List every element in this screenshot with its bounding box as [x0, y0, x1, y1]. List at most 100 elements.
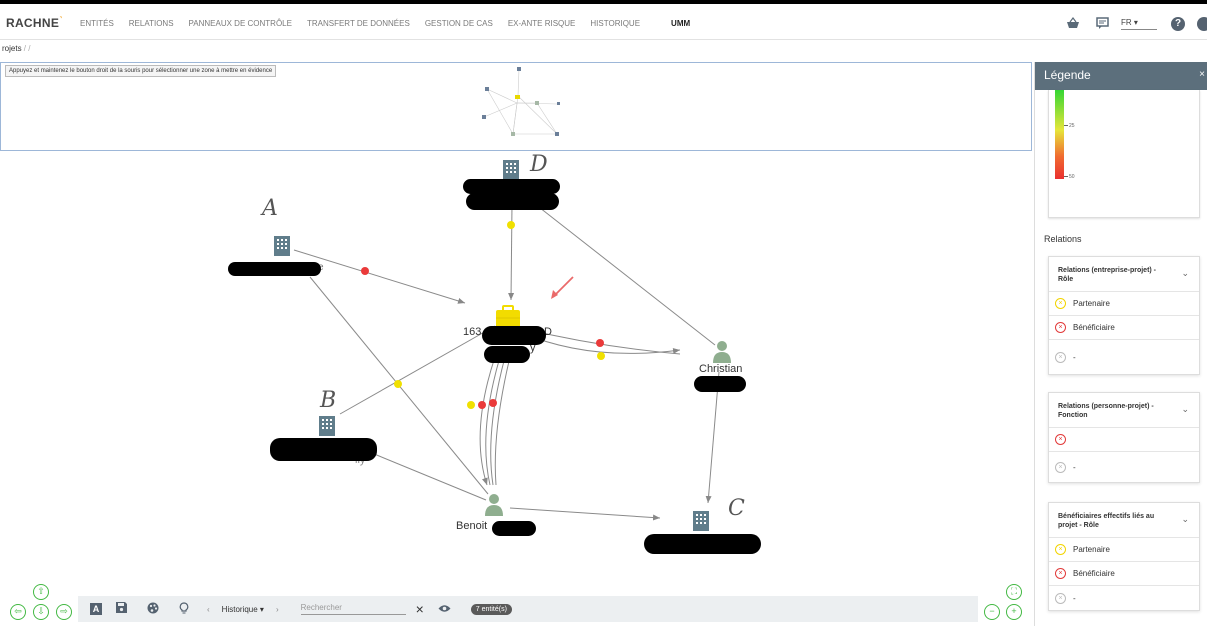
person-icon[interactable]: [485, 494, 503, 516]
history-prev-icon[interactable]: ‹: [207, 605, 210, 614]
palette-icon[interactable]: [147, 602, 159, 617]
edge-center-b: [339, 325, 496, 415]
building-icon[interactable]: [503, 160, 519, 180]
app-logo[interactable]: RACHNE˺: [6, 16, 63, 30]
header-actions: FR ▾ ?: [1050, 14, 1207, 34]
graph-toolbar: A ‹ Historique ▾ › Rechercher × 7 entité…: [78, 596, 978, 622]
lightbulb-icon[interactable]: [179, 601, 189, 617]
minimap-node: [515, 95, 520, 99]
role-dot-yellow[interactable]: [597, 352, 605, 360]
nav-panneaux[interactable]: PANNEAUX DE CONTRÔLE: [189, 19, 292, 28]
redaction: [484, 346, 530, 363]
role-dot-red[interactable]: [361, 267, 369, 275]
role-dot-yellow[interactable]: [394, 380, 402, 388]
graph-overview[interactable]: Appuyez et maintenez le bouton droit de …: [0, 62, 1032, 151]
node-label-center-prefix: 163: [463, 326, 482, 338]
scale-tick: 50: [1064, 174, 1075, 180]
breadcrumb: rojets / /: [2, 44, 31, 53]
minimap-node: [485, 87, 489, 91]
text-toggle-icon[interactable]: A: [90, 603, 102, 615]
zoom-out-icon[interactable]: −: [984, 604, 1000, 620]
scale-tick: 25: [1064, 123, 1075, 129]
chevron-down-icon[interactable]: ⌄: [1181, 269, 1189, 278]
clear-search-icon[interactable]: ×: [416, 601, 424, 617]
pan-down-icon[interactable]: ⇩: [33, 604, 49, 620]
help-icon[interactable]: ?: [1171, 17, 1185, 31]
nav-gestion-cas[interactable]: GESTION DE CAS: [425, 19, 493, 28]
legend-group-header[interactable]: Bénéficiaires effectifs liés au projet -…: [1049, 503, 1199, 538]
breadcrumb-root[interactable]: rojets: [2, 44, 22, 53]
pan-left-icon[interactable]: ⇦: [10, 604, 26, 620]
legend-header: Légende ×: [1035, 62, 1207, 90]
minimap-graph: [482, 67, 560, 136]
role-dot-red[interactable]: [478, 401, 486, 409]
user-icon[interactable]: [1197, 17, 1207, 31]
minimap-node: [511, 132, 515, 136]
node-label-benoit: Benoit: [456, 520, 488, 532]
redaction: [228, 262, 321, 276]
legend-item: × -: [1049, 586, 1199, 610]
role-dot-red[interactable]: [489, 399, 497, 407]
pan-up-icon[interactable]: ⇧: [33, 584, 49, 600]
chevron-down-icon[interactable]: ⌄: [1181, 405, 1189, 414]
role-yellow-icon: ×: [1055, 544, 1066, 555]
minimap-node: [482, 115, 486, 119]
close-icon[interactable]: ×: [1199, 69, 1205, 80]
nav-transfert[interactable]: TRANSFERT DE DONNÉES: [307, 19, 410, 28]
basket-icon[interactable]: [1066, 16, 1080, 32]
legend-item: × Partenaire: [1049, 292, 1199, 316]
redaction: [644, 534, 761, 554]
role-grey-icon: ×: [1055, 461, 1066, 473]
role-grey-icon: ×: [1055, 592, 1066, 604]
eye-icon[interactable]: [438, 602, 451, 616]
role-dot-yellow[interactable]: [507, 221, 515, 229]
history-select[interactable]: Historique ▾: [222, 605, 264, 614]
redaction: [482, 326, 546, 345]
redaction: [466, 193, 559, 210]
top-navigation-bar: RACHNE˺ ENTITÉS RELATIONS PANNEAUX DE CO…: [0, 0, 1207, 40]
relations-title: Relations: [1044, 234, 1082, 244]
nav-umm[interactable]: UMM: [671, 19, 690, 28]
color-gradient-bar: [1055, 90, 1064, 179]
person-icon[interactable]: [713, 341, 731, 363]
history-next-icon[interactable]: ›: [276, 605, 279, 614]
redaction: [463, 179, 560, 194]
redaction: [270, 438, 377, 461]
red-pointer-arrow: [551, 276, 574, 299]
annotation-a: A: [262, 196, 278, 221]
role-yellow-icon: ×: [1055, 298, 1066, 309]
building-icon[interactable]: [693, 511, 709, 531]
legend-group: Relations (entreprise-projet) - Rôle ⌄ ×…: [1048, 256, 1200, 375]
node-label-christian: Christian: [699, 363, 743, 375]
chevron-down-icon[interactable]: ⌄: [1181, 515, 1189, 524]
message-icon[interactable]: [1096, 16, 1109, 32]
nav-relations[interactable]: RELATIONS: [129, 19, 174, 28]
zoom-in-icon[interactable]: +: [1006, 604, 1022, 620]
search-input[interactable]: Rechercher: [300, 603, 406, 615]
legend-group: Bénéficiaires effectifs liés au projet -…: [1048, 502, 1200, 611]
main-nav: ENTITÉS RELATIONS PANNEAUX DE CONTRÔLE T…: [80, 19, 705, 28]
fit-view-icon[interactable]: ⛶: [1006, 584, 1022, 600]
minimap-node: [517, 67, 521, 71]
legend-item: × Bénéficiaire: [1049, 562, 1199, 586]
project-briefcase-icon[interactable]: [496, 305, 520, 328]
relation-graph[interactable]: A B C D s e 163 D y Christian Et lly Ben…: [0, 152, 1032, 626]
pan-right-icon[interactable]: ⇨: [56, 604, 72, 620]
save-icon[interactable]: [116, 602, 127, 616]
nav-historique[interactable]: HISTORIQUE: [590, 19, 640, 28]
legend-group-header[interactable]: Relations (entreprise-projet) - Rôle ⌄: [1049, 257, 1199, 292]
building-icon[interactable]: [319, 416, 335, 436]
language-select[interactable]: FR ▾: [1121, 18, 1157, 30]
redaction: [694, 376, 746, 392]
role-red-icon: ×: [1055, 322, 1066, 333]
nav-entites[interactable]: ENTITÉS: [80, 19, 114, 28]
nav-ex-ante[interactable]: EX-ANTE RISQUE: [508, 19, 576, 28]
building-icon[interactable]: [274, 236, 290, 256]
role-dot-yellow[interactable]: [467, 401, 475, 409]
redaction: [492, 521, 536, 536]
legend-group-header[interactable]: Relations (personne-projet) - Fonction ⌄: [1049, 393, 1199, 428]
legend-item: × Bénéficiaire: [1049, 316, 1199, 340]
legend-item: × Partenaire: [1049, 538, 1199, 562]
role-dot-red[interactable]: [596, 339, 604, 347]
minimap-node: [555, 132, 559, 136]
